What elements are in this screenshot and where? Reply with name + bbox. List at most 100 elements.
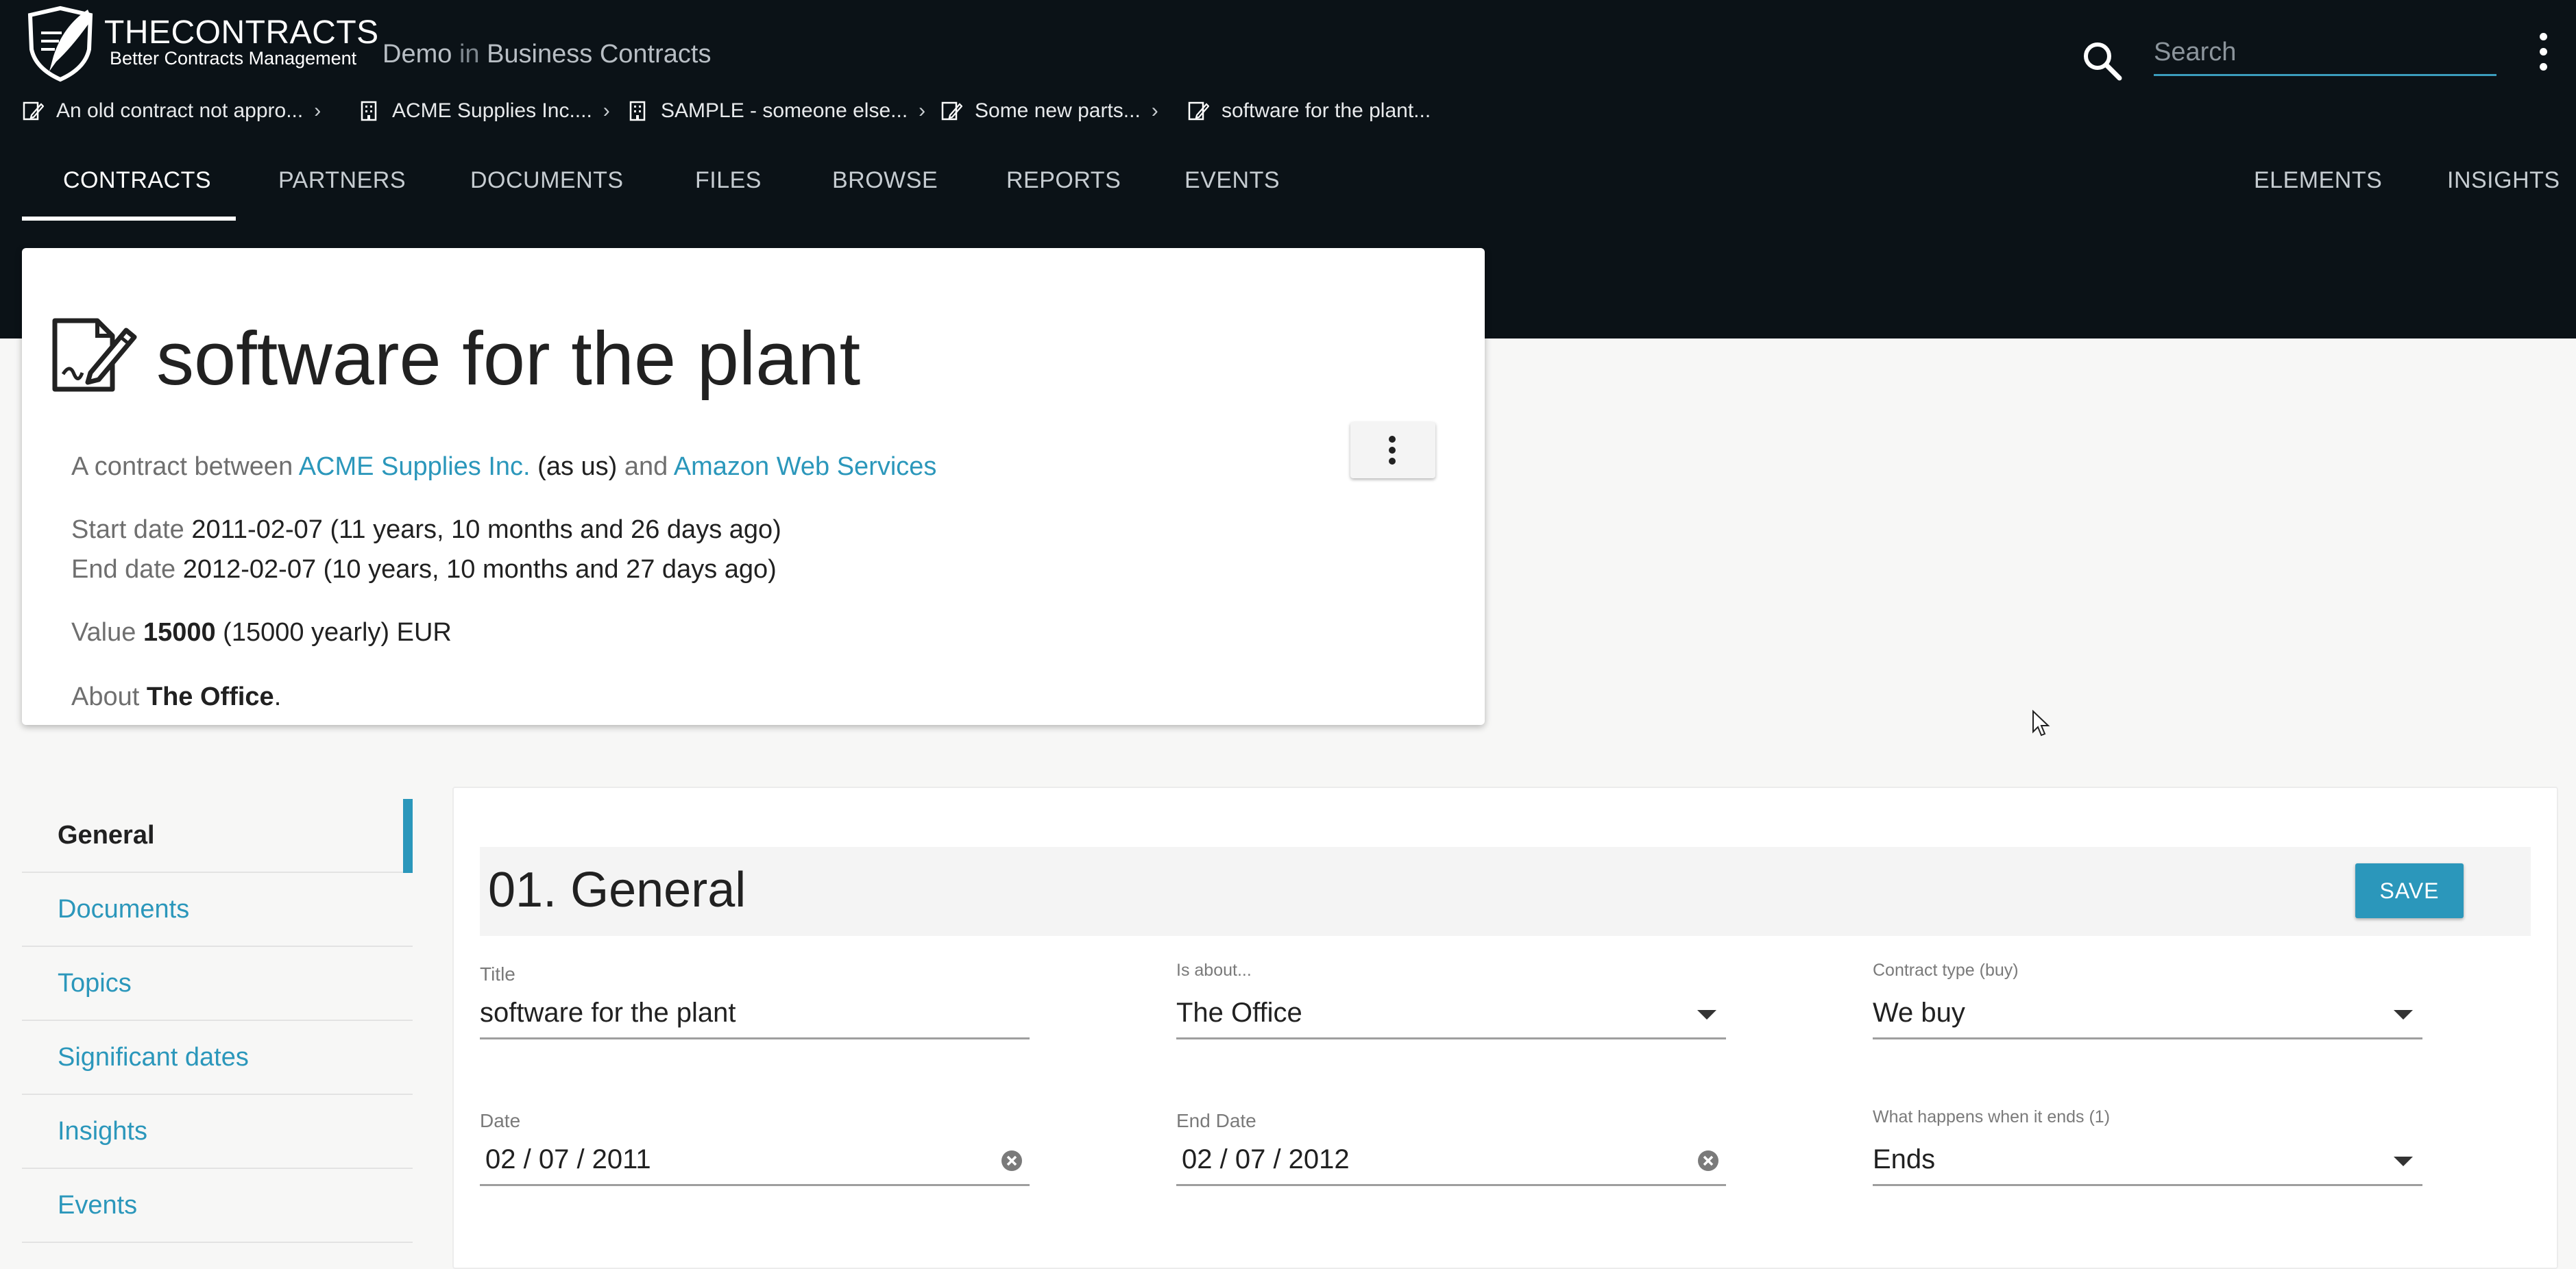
about-period: . [274, 682, 282, 711]
is-about-label: Is about... [1176, 961, 1252, 980]
brand-name[interactable]: THECONTRACTS [104, 14, 379, 51]
section-title: 01. General [488, 863, 746, 917]
is-about-value: The Office [1176, 998, 1302, 1028]
tab-partners[interactable]: PARTNERS [278, 167, 406, 194]
workspace-demo: Demo [382, 40, 452, 69]
about-label: About [71, 682, 140, 711]
start-date-row: Start date 2011-02-07 (11 years, 10 mont… [71, 515, 781, 545]
kebab-dot [2540, 63, 2547, 71]
workspace-name: Business Contracts [487, 40, 712, 69]
brand-tagline: Better Contracts Management [110, 48, 357, 69]
breadcrumb-item[interactable]: Some new parts... › [940, 96, 1158, 126]
field-underline [1873, 1037, 2422, 1039]
contract-signature-icon [52, 318, 137, 392]
contract-parties: A contract between ACME Supplies Inc. (a… [71, 452, 936, 482]
title-label: Title [480, 963, 515, 985]
party-us-link[interactable]: ACME Supplies Inc. [299, 452, 531, 481]
end-date-input[interactable]: 02 / 07 / 2012 [1182, 1144, 1350, 1175]
kebab-dot [2540, 33, 2547, 40]
breadcrumb-label: software for the plant... [1222, 99, 1431, 122]
parties-and: and [624, 452, 668, 481]
contract-type-value: We buy [1873, 998, 1965, 1028]
kebab-dot [1389, 436, 1396, 443]
field-underline [480, 1037, 1030, 1039]
breadcrumb-item[interactable]: SAMPLE - someone else... › [627, 96, 925, 126]
breadcrumb-item[interactable]: ACME Supplies Inc.... › [358, 96, 610, 126]
workspace-label[interactable]: Demo in Business Contracts [382, 40, 711, 69]
tab-insights[interactable]: INSIGHTS [2447, 167, 2560, 194]
about-row: About The Office. [71, 682, 281, 712]
title-input[interactable]: software for the plant [480, 998, 736, 1028]
more-menu-icon[interactable] [2535, 30, 2553, 73]
contract-actions-button[interactable] [1350, 422, 1435, 478]
tab-contracts[interactable]: CONTRACTS [63, 167, 211, 194]
value-row: Value 15000 (15000 yearly) EUR [71, 618, 452, 648]
search-input[interactable] [2154, 30, 2496, 76]
contract-title: software for the plant [156, 317, 861, 401]
search-icon[interactable] [2081, 40, 2124, 82]
breadcrumb-label: ACME Supplies Inc.... [392, 99, 592, 122]
tab-reports[interactable]: REPORTS [1006, 167, 1121, 194]
section-header: 01. General SAVE [480, 847, 2531, 936]
value-rest: (15000 yearly) EUR [223, 618, 452, 647]
date-input[interactable]: 02 / 07 / 2011 [485, 1144, 651, 1175]
breadcrumb-label: SAMPLE - someone else... [661, 99, 908, 122]
tab-files[interactable]: FILES [695, 167, 762, 194]
breadcrumb-label: An old contract not appro... [56, 99, 304, 122]
parties-prefix: A contract between [71, 452, 293, 481]
tab-events[interactable]: EVENTS [1184, 167, 1280, 194]
contract-icon [23, 101, 44, 121]
start-date-label: Start date [71, 515, 184, 544]
end-date-label: End date [71, 555, 176, 584]
sidebar-item-label: General [58, 820, 155, 850]
chevron-right-icon: › [603, 99, 610, 122]
end-date-value: 2012-02-07 (10 years, 10 months and 27 d… [182, 555, 777, 584]
kebab-dot [2540, 48, 2547, 56]
quill-shield-logo-icon[interactable] [21, 5, 103, 82]
tab-documents[interactable]: DOCUMENTS [470, 167, 624, 194]
end-date-row: End date 2012-02-07 (10 years, 10 months… [71, 555, 777, 584]
tab-browse[interactable]: BROWSE [832, 167, 938, 194]
sidebar-item-label: Topics [58, 968, 132, 998]
tab-elements[interactable]: ELEMENTS [2254, 167, 2382, 194]
chevron-down-icon[interactable] [1697, 1010, 1716, 1020]
as-us-note: (as us) [537, 452, 618, 481]
date-label: Date [480, 1110, 521, 1131]
sidebar-item-label: Documents [58, 894, 190, 924]
field-underline [480, 1184, 1030, 1186]
about-value: The Office [146, 682, 274, 711]
start-date-value: 2011-02-07 (11 years, 10 months and 26 d… [191, 515, 781, 544]
building-icon [361, 101, 377, 121]
value-label: Value [71, 618, 136, 647]
contract-type-label: Contract type (buy) [1873, 961, 2019, 980]
breadcrumb-item[interactable]: An old contract not appro... › [22, 96, 321, 126]
mouse-pointer-icon [2032, 710, 2050, 737]
breadcrumb-item[interactable]: software for the plant... [1187, 96, 1431, 126]
save-button[interactable]: SAVE [2355, 863, 2464, 918]
sidebar-item-topics[interactable]: Topics [22, 947, 413, 1021]
building-icon [629, 101, 646, 121]
chevron-down-icon[interactable] [2394, 1010, 2413, 1020]
ends-value: Ends [1873, 1144, 1936, 1174]
clear-icon[interactable] [1001, 1150, 1023, 1172]
sidebar-item-label: Events [58, 1190, 138, 1220]
chevron-down-icon[interactable] [2394, 1157, 2413, 1166]
party-other-link[interactable]: Amazon Web Services [674, 452, 937, 481]
general-section-panel: 01. General SAVE Title software for the … [452, 787, 2558, 1269]
field-underline [1176, 1184, 1726, 1186]
sidebar-item-insights[interactable]: Insights [22, 1095, 413, 1169]
active-tab-indicator [22, 217, 236, 221]
kebab-dot [1389, 458, 1396, 465]
active-section-indicator [403, 799, 413, 873]
sidebar-item-label: Insights [58, 1116, 147, 1146]
breadcrumb-label: Some new parts... [975, 99, 1141, 122]
sidebar-item-general[interactable]: General [22, 799, 413, 873]
chevron-right-icon: › [919, 99, 926, 122]
sidebar-item-significant-dates[interactable]: Significant dates [22, 1021, 413, 1095]
clear-icon[interactable] [1697, 1150, 1719, 1172]
chevron-right-icon: › [314, 99, 321, 122]
sidebar-item-events[interactable]: Events [22, 1169, 413, 1243]
contract-icon [1188, 101, 1209, 121]
sidebar-item-documents[interactable]: Documents [22, 873, 413, 947]
contract-summary-card: software for the plant A contract betwee… [22, 248, 1485, 725]
